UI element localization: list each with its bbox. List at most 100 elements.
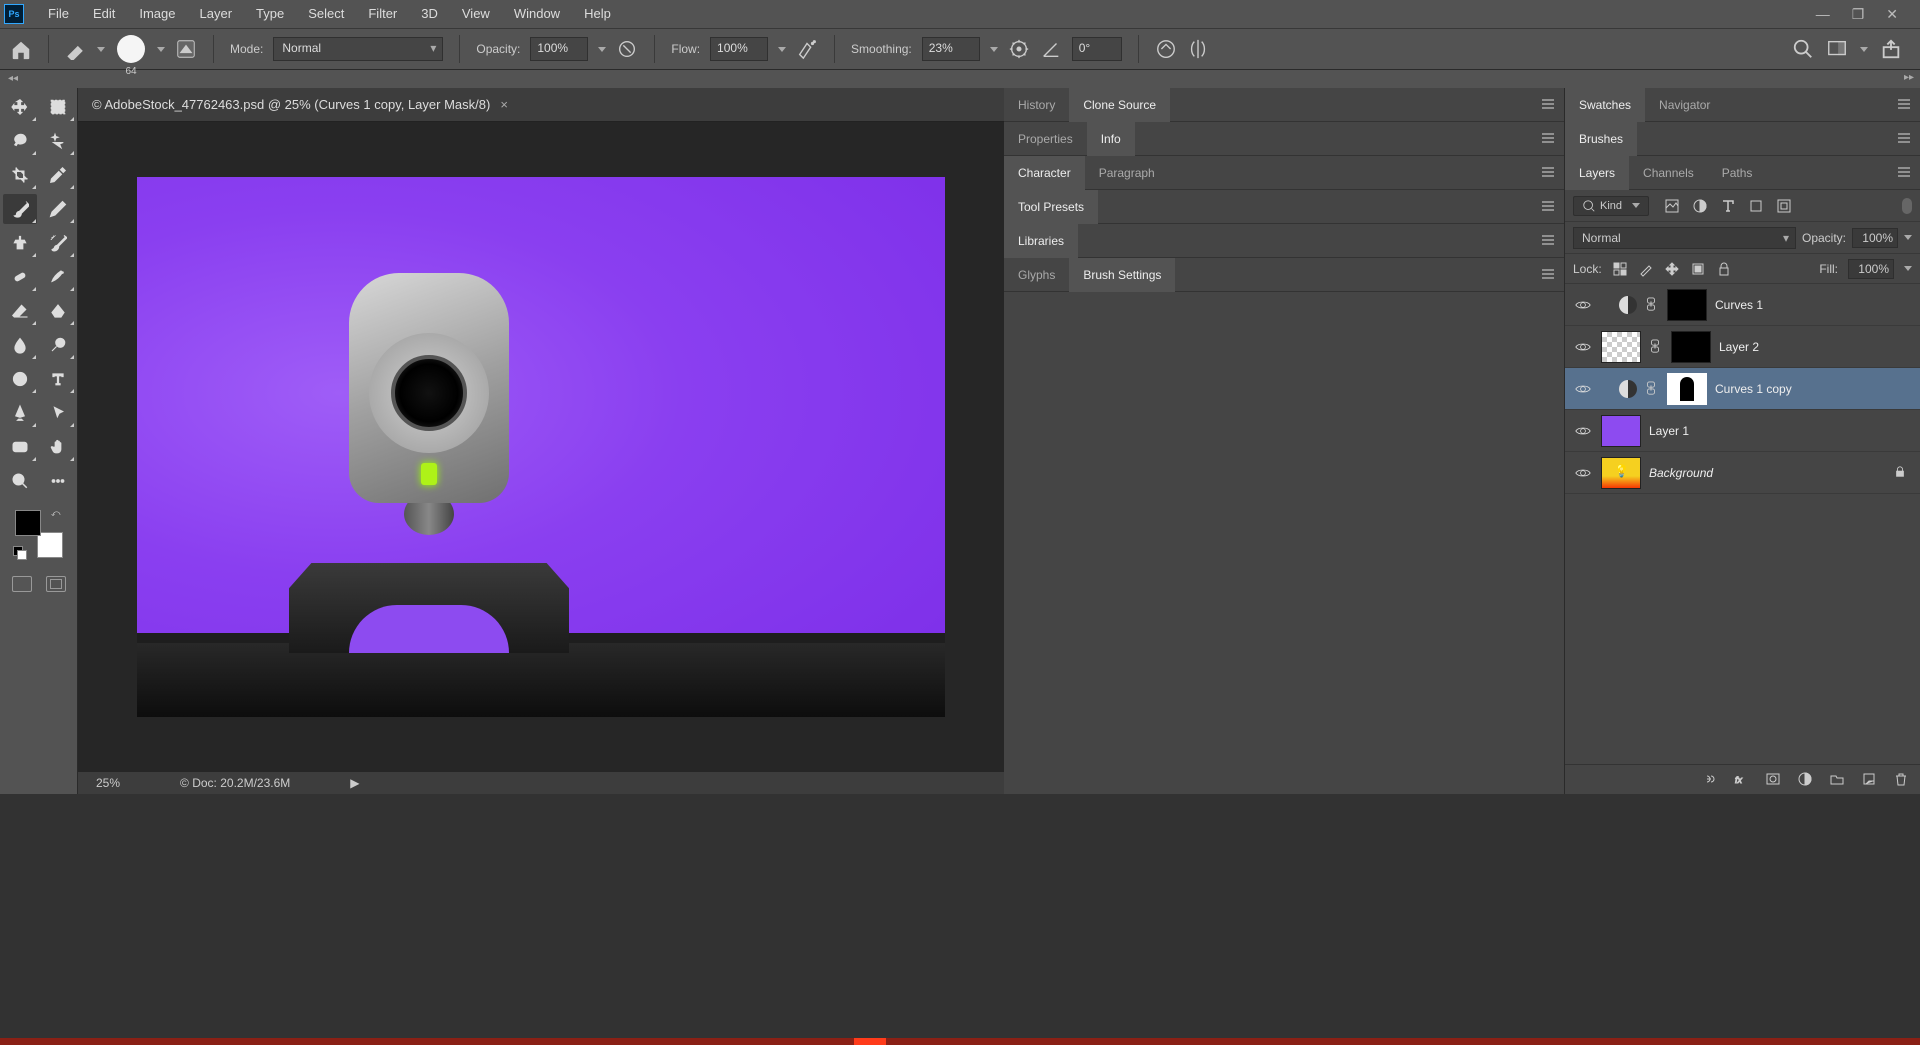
foreground-color[interactable] bbox=[15, 510, 41, 536]
tab-layers[interactable]: Layers bbox=[1565, 156, 1629, 190]
layer-name[interactable]: Layer 1 bbox=[1649, 424, 1689, 438]
layer-filter-kind[interactable]: Kind bbox=[1573, 196, 1649, 216]
pencil-tool[interactable] bbox=[41, 194, 75, 224]
hand-tool[interactable] bbox=[41, 432, 75, 462]
add-group-icon[interactable] bbox=[1830, 772, 1846, 788]
tab-properties[interactable]: Properties bbox=[1004, 122, 1087, 156]
visibility-icon[interactable] bbox=[1573, 295, 1593, 315]
workspace-icon[interactable] bbox=[1826, 38, 1848, 60]
menu-image[interactable]: Image bbox=[127, 0, 187, 28]
layer-thumbnail[interactable] bbox=[1601, 331, 1641, 363]
tab-clone-source[interactable]: Clone Source bbox=[1069, 88, 1170, 122]
add-mask-icon[interactable] bbox=[1766, 772, 1782, 788]
status-arrow-icon[interactable]: ▶ bbox=[350, 776, 359, 790]
zoom-tool[interactable] bbox=[3, 466, 37, 496]
panel-menu-icon[interactable] bbox=[1896, 130, 1912, 149]
screen-mode-icon[interactable] bbox=[46, 576, 66, 592]
filter-smart-icon[interactable] bbox=[1775, 197, 1793, 215]
panel-menu-icon[interactable] bbox=[1896, 164, 1912, 183]
angle-icon[interactable] bbox=[1040, 38, 1062, 60]
search-icon[interactable] bbox=[1792, 38, 1814, 60]
type-tool[interactable] bbox=[41, 364, 75, 394]
tab-brush-settings[interactable]: Brush Settings bbox=[1069, 258, 1175, 292]
layer-thumbnail[interactable] bbox=[1601, 457, 1641, 489]
link-layers-icon[interactable] bbox=[1702, 772, 1718, 788]
delete-layer-icon[interactable] bbox=[1894, 772, 1910, 788]
tab-glyphs[interactable]: Glyphs bbox=[1004, 258, 1069, 292]
layer-opacity-input[interactable]: 100% bbox=[1852, 228, 1898, 248]
layer-name[interactable]: Curves 1 copy bbox=[1715, 382, 1792, 396]
tab-info[interactable]: Info bbox=[1087, 122, 1135, 156]
layer-fill-dropdown-icon[interactable] bbox=[1904, 266, 1912, 271]
brush-settings-toggle-icon[interactable] bbox=[175, 38, 197, 60]
tool-preset-dropdown-icon[interactable] bbox=[97, 47, 105, 52]
tool-preset-picker[interactable] bbox=[65, 38, 87, 60]
lock-position-icon[interactable] bbox=[1664, 261, 1680, 277]
collapse-left-icon[interactable]: ◂◂ bbox=[0, 73, 18, 84]
menu-select[interactable]: Select bbox=[296, 0, 356, 28]
gradient-tool[interactable] bbox=[41, 296, 75, 326]
tab-character[interactable]: Character bbox=[1004, 156, 1085, 190]
panel-menu-icon[interactable] bbox=[1540, 232, 1556, 251]
menu-view[interactable]: View bbox=[450, 0, 502, 28]
tab-brushes[interactable]: Brushes bbox=[1565, 122, 1637, 156]
layer-row[interactable]: Background bbox=[1565, 452, 1920, 494]
path-select-tool[interactable] bbox=[41, 398, 75, 428]
visibility-icon[interactable] bbox=[1573, 463, 1593, 483]
smoothing-input[interactable]: 23% bbox=[922, 37, 980, 61]
tab-paragraph[interactable]: Paragraph bbox=[1085, 156, 1169, 190]
crop-tool[interactable] bbox=[3, 160, 37, 190]
mask-thumbnail[interactable] bbox=[1671, 331, 1711, 363]
layer-name[interactable]: Background bbox=[1649, 466, 1713, 480]
brush-preview[interactable]: 64 bbox=[115, 33, 147, 65]
lock-all-icon[interactable] bbox=[1716, 261, 1732, 277]
quick-mask-icon[interactable] bbox=[12, 576, 32, 592]
move-tool[interactable] bbox=[3, 92, 37, 122]
menu-file[interactable]: File bbox=[36, 0, 81, 28]
mask-thumbnail[interactable] bbox=[1667, 289, 1707, 321]
add-adjustment-icon[interactable] bbox=[1798, 772, 1814, 788]
layer-name[interactable]: Layer 2 bbox=[1719, 340, 1759, 354]
fx-icon[interactable]: fx bbox=[1734, 772, 1750, 788]
menu-3d[interactable]: 3D bbox=[409, 0, 450, 28]
history-brush-tool[interactable] bbox=[41, 228, 75, 258]
smoothing-options-icon[interactable] bbox=[1008, 38, 1030, 60]
eyedropper-tool[interactable] bbox=[41, 160, 75, 190]
rectangle-tool[interactable] bbox=[3, 432, 37, 462]
flow-dropdown-icon[interactable] bbox=[778, 47, 786, 52]
panel-menu-icon[interactable] bbox=[1540, 198, 1556, 217]
menu-layer[interactable]: Layer bbox=[188, 0, 245, 28]
layer-name[interactable]: Curves 1 bbox=[1715, 298, 1763, 312]
panel-menu-icon[interactable] bbox=[1540, 130, 1556, 149]
menu-window[interactable]: Window bbox=[502, 0, 572, 28]
tab-history[interactable]: History bbox=[1004, 88, 1069, 122]
layers-list[interactable]: Curves 1 Layer 2 Curves 1 copy bbox=[1565, 284, 1920, 764]
healing-brush-tool[interactable] bbox=[3, 262, 37, 292]
taskbar[interactable] bbox=[0, 1038, 1920, 1045]
quick-select-tool[interactable] bbox=[41, 126, 75, 156]
add-layer-icon[interactable] bbox=[1862, 772, 1878, 788]
pressure-opacity-icon[interactable] bbox=[616, 38, 638, 60]
visibility-icon[interactable] bbox=[1573, 337, 1593, 357]
eraser-tool[interactable] bbox=[3, 296, 37, 326]
brush-picker-dropdown-icon[interactable] bbox=[157, 47, 165, 52]
mask-thumbnail[interactable] bbox=[1667, 373, 1707, 405]
layer-row[interactable]: Layer 2 bbox=[1565, 326, 1920, 368]
tab-tool-presets[interactable]: Tool Presets bbox=[1004, 190, 1098, 224]
canvas[interactable] bbox=[137, 177, 945, 717]
layer-opacity-dropdown-icon[interactable] bbox=[1904, 235, 1912, 240]
angle-input[interactable]: 0° bbox=[1072, 37, 1122, 61]
maximize-button[interactable]: ❐ bbox=[1852, 6, 1865, 23]
zoom-level[interactable]: 25% bbox=[96, 776, 120, 790]
filter-pixel-icon[interactable] bbox=[1663, 197, 1681, 215]
pressure-size-icon[interactable] bbox=[1155, 38, 1177, 60]
default-colors-icon[interactable] bbox=[13, 546, 27, 560]
pen-tool[interactable] bbox=[3, 398, 37, 428]
clone-stamp-tool[interactable] bbox=[3, 228, 37, 258]
lock-trans-icon[interactable] bbox=[1612, 261, 1628, 277]
dodge-tool[interactable] bbox=[41, 330, 75, 360]
menu-edit[interactable]: Edit bbox=[81, 0, 127, 28]
visibility-icon[interactable] bbox=[1573, 379, 1593, 399]
document-tab[interactable]: © AdobeStock_47762463.psd @ 25% (Curves … bbox=[92, 97, 508, 112]
tab-close-icon[interactable]: × bbox=[500, 97, 508, 112]
